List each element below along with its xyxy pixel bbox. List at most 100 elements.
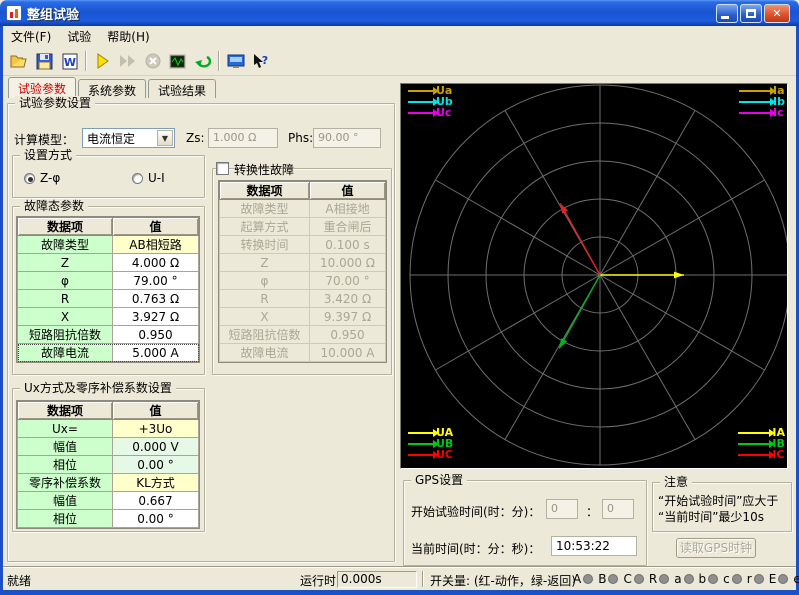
calc-model-select[interactable]: 电流恒定 ▼ <box>82 128 175 148</box>
phs-field: 90.00 ° <box>313 128 381 148</box>
table-row: 转换时间0.100 s <box>220 236 386 254</box>
table-row: 故障类型AB相短路 <box>18 236 199 254</box>
row-value: 0.950 <box>310 326 386 344</box>
lamp-label: a <box>674 572 681 586</box>
chevron-down-icon[interactable]: ▼ <box>157 130 173 146</box>
row-value[interactable]: 5.000 A <box>113 344 199 362</box>
play-icon <box>96 53 110 69</box>
ux-table: 数据项 值 Ux=+3Uo 幅值0.000 V 相位0.00 ° 零序补偿系数K… <box>16 400 200 529</box>
title-bar: 整组试验 <box>0 0 799 26</box>
row-label: 故障类型 <box>18 236 113 254</box>
table-row: 短路阻抗倍数0.950 <box>18 326 199 344</box>
table-row: Z10.000 Ω <box>220 254 386 272</box>
polar-grid-chart <box>401 84 787 468</box>
lamp-dot-icon <box>608 574 618 584</box>
svg-text:W: W <box>63 56 75 69</box>
row-value[interactable]: +3Uo <box>113 420 199 438</box>
legend-item-ic: Ic <box>739 107 785 118</box>
gps-start-min-field: 0 <box>602 499 634 519</box>
voltage-legend-upper: UA UB UC <box>408 427 453 460</box>
menu-test[interactable]: 试验 <box>59 26 99 47</box>
lamp-label: A <box>573 572 581 586</box>
table-row: X3.927 Ω <box>18 308 199 326</box>
arrow-icon <box>739 112 771 114</box>
row-value[interactable]: 79.00 ° <box>113 272 199 290</box>
statusbar-separator <box>422 571 424 587</box>
row-value: 0.00 ° <box>113 456 199 474</box>
toolbar-separator <box>85 51 87 71</box>
close-button[interactable]: ✕ <box>764 4 790 23</box>
table-row-focused: 故障电流5.000 A <box>18 344 199 362</box>
menu-help[interactable]: 帮助(H) <box>99 26 157 47</box>
lamp-a: a <box>674 572 693 586</box>
svg-text:?: ? <box>262 54 268 67</box>
row-value[interactable]: 0.667 <box>113 492 199 510</box>
lamp-A: A <box>573 572 593 586</box>
lamp-label: C <box>623 572 631 586</box>
row-label: Z <box>18 254 113 272</box>
save-button[interactable] <box>32 49 57 73</box>
tab-test-results[interactable]: 试验结果 <box>148 79 216 98</box>
waveform-button[interactable] <box>165 49 190 73</box>
radio-u-i[interactable]: U-I <box>132 171 165 185</box>
row-label: 幅值 <box>18 438 113 456</box>
current-legend-lower: Ia Ib Ic <box>739 85 785 118</box>
row-value[interactable]: 3.927 Ω <box>113 308 199 326</box>
row-value[interactable]: KL方式 <box>113 474 199 492</box>
row-label: 相位 <box>18 456 113 474</box>
row-value[interactable]: AB相短路 <box>113 236 199 254</box>
table-row: φ70.00 ° <box>220 272 386 290</box>
arrow-icon <box>408 112 434 114</box>
lamp-C: C <box>623 572 643 586</box>
phs-label: Phs: <box>288 131 313 145</box>
table-row: X9.397 Ω <box>220 308 386 326</box>
row-label: 起算方式 <box>220 218 310 236</box>
row-value[interactable]: 0.00 ° <box>113 510 199 528</box>
context-help-button[interactable]: ? <box>248 49 273 73</box>
help-cursor-icon: ? <box>252 53 269 69</box>
col-header-item: 数据项 <box>18 402 113 420</box>
radio-z-phi-label: Z-φ <box>40 171 60 185</box>
minimize-button[interactable] <box>716 4 738 23</box>
radio-z-phi[interactable]: Z-φ <box>24 171 60 185</box>
lamp-label: B <box>598 572 606 586</box>
row-value[interactable]: 4.000 Ω <box>113 254 199 272</box>
lamp-label: E <box>769 572 777 586</box>
export-word-button[interactable]: W <box>57 49 82 73</box>
row-label: 故障类型 <box>220 200 310 218</box>
lamp-dot-icon <box>583 574 593 584</box>
device-panel-button[interactable] <box>223 49 248 73</box>
legend-item-IC: IC <box>738 449 785 460</box>
col-header-value: 值 <box>310 182 386 200</box>
tab-test-params[interactable]: 试验参数 <box>8 77 76 98</box>
fast-forward-button <box>115 49 140 73</box>
legend-item-uc: Uc <box>408 107 453 118</box>
floppy-icon <box>36 53 53 70</box>
undo-button[interactable] <box>190 49 215 73</box>
open-file-button[interactable] <box>7 49 32 73</box>
stop-button <box>140 49 165 73</box>
gps-current-time-field[interactable]: 10:53:22 <box>551 536 637 556</box>
table-row: Z4.000 Ω <box>18 254 199 272</box>
voltage-legend-lower: Ua Ub Uc <box>408 85 453 118</box>
convert-fault-checkbox[interactable] <box>216 162 229 175</box>
row-value: 9.397 Ω <box>310 308 386 326</box>
maximize-button[interactable] <box>740 4 762 23</box>
row-value[interactable]: 0.763 Ω <box>113 290 199 308</box>
row-label: Z <box>220 254 310 272</box>
ux-group-title: Ux方式及零序补偿系数设置 <box>20 381 176 395</box>
arrow-icon <box>738 454 770 456</box>
gps-start-label: 开始试验时间(时：分)： <box>411 503 540 520</box>
waveform-icon <box>169 54 186 69</box>
menu-file[interactable]: 文件(F) <box>3 26 59 47</box>
row-value[interactable]: 0.950 <box>113 326 199 344</box>
table-header-row: 数据项 值 <box>18 402 199 420</box>
notice-group-title: 注意 <box>660 475 692 489</box>
lamp-dot-icon <box>634 574 644 584</box>
row-label: R <box>220 290 310 308</box>
table-row: Ux=+3Uo <box>18 420 199 438</box>
arrow-icon <box>739 90 771 92</box>
app-window: 整组试验 ✕ 文件(F) 试验 帮助(H) W <box>0 0 799 595</box>
table-header-row: 数据项 值 <box>18 218 199 236</box>
start-test-button[interactable] <box>90 49 115 73</box>
